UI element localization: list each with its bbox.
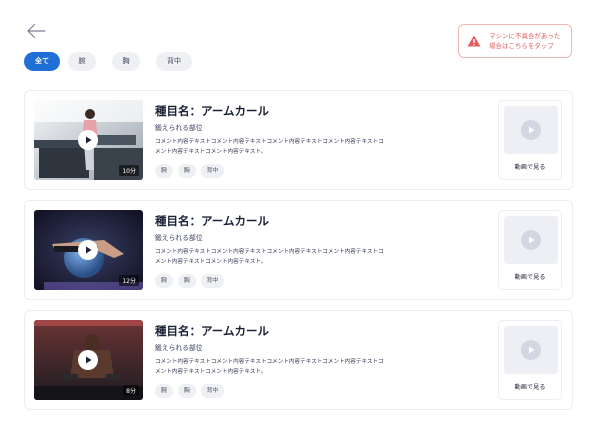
exercise-comment: コメント内容テキストコメント内容テキストコメント内容テキストコメント内容テキスト… — [155, 139, 384, 155]
back-arrow-icon[interactable] — [26, 22, 46, 40]
category-filter-bar: 全て 腕 胸 背中 — [24, 52, 192, 71]
play-icon — [521, 120, 541, 140]
filter-back[interactable]: 背中 — [156, 52, 192, 71]
exercise-title: 種目名：アームカール — [155, 324, 269, 338]
filter-all[interactable]: 全て — [24, 52, 60, 71]
video-placeholder — [504, 326, 558, 374]
tag-list: 腕 胸 背中 — [155, 274, 225, 288]
exercise-card[interactable]: 10分 種目名：アームカール 鍛えられる部位 コメント内容テキストコメント内容テ… — [24, 90, 573, 190]
tag: 背中 — [200, 164, 225, 178]
warning-icon — [467, 35, 481, 47]
video-placeholder — [504, 106, 558, 154]
watch-video-label: 動画で見る — [514, 274, 546, 281]
target-area-heading: 鍛えられる部位 — [155, 234, 203, 242]
tag: 背中 — [200, 274, 225, 288]
alert-text: マシンに不具合があった 場合はこちらをタップ — [489, 31, 560, 51]
exercise-thumbnail[interactable]: 10分 — [34, 100, 143, 180]
alert-line-2: 場合はこちらをタップ — [489, 42, 554, 50]
machine-trouble-report-button[interactable]: マシンに不具合があった 場合はこちらをタップ — [458, 24, 572, 58]
exercise-thumbnail[interactable]: 12分 — [34, 210, 143, 290]
exercise-card[interactable]: 8分 種目名：アームカール 鍛えられる部位 コメント内容テキストコメント内容テキ… — [24, 310, 573, 410]
play-icon — [521, 230, 541, 250]
play-icon — [521, 340, 541, 360]
alert-line-1: マシンに不具合があった — [489, 32, 561, 40]
filter-arm[interactable]: 腕 — [68, 52, 96, 71]
exercise-title: 種目名：アームカール — [155, 104, 269, 118]
tag: 胸 — [177, 274, 196, 288]
duration-badge: 10分 — [119, 165, 139, 176]
watch-video-button[interactable]: 動画で見る — [498, 210, 562, 290]
tag-list: 腕 胸 背中 — [155, 164, 225, 178]
tag: 背中 — [200, 384, 225, 398]
watch-video-button[interactable]: 動画で見る — [498, 320, 562, 400]
play-icon[interactable] — [78, 350, 98, 370]
duration-badge: 12分 — [119, 275, 139, 286]
target-area-heading: 鍛えられる部位 — [155, 344, 203, 352]
exercise-card[interactable]: 12分 種目名：アームカール 鍛えられる部位 コメント内容テキストコメント内容テ… — [24, 200, 573, 300]
play-icon[interactable] — [78, 240, 98, 260]
exercise-thumbnail[interactable]: 8分 — [34, 320, 143, 400]
exercise-comment: コメント内容テキストコメント内容テキストコメント内容テキストコメント内容テキスト… — [155, 249, 384, 265]
tag-list: 腕 胸 背中 — [155, 384, 225, 398]
exercise-comment: コメント内容テキストコメント内容テキストコメント内容テキストコメント内容テキスト… — [155, 359, 384, 375]
duration-badge: 8分 — [123, 385, 139, 396]
filter-chest[interactable]: 胸 — [112, 52, 140, 71]
exercise-title: 種目名：アームカール — [155, 214, 269, 228]
target-area-heading: 鍛えられる部位 — [155, 124, 203, 132]
tag: 胸 — [177, 164, 196, 178]
play-icon[interactable] — [78, 130, 98, 150]
tag: 腕 — [155, 164, 173, 178]
watch-video-button[interactable]: 動画で見る — [498, 100, 562, 180]
video-placeholder — [504, 216, 558, 264]
tag: 腕 — [155, 274, 173, 288]
tag: 胸 — [177, 384, 196, 398]
tag: 腕 — [155, 384, 173, 398]
watch-video-label: 動画で見る — [514, 164, 546, 171]
watch-video-label: 動画で見る — [514, 384, 546, 391]
